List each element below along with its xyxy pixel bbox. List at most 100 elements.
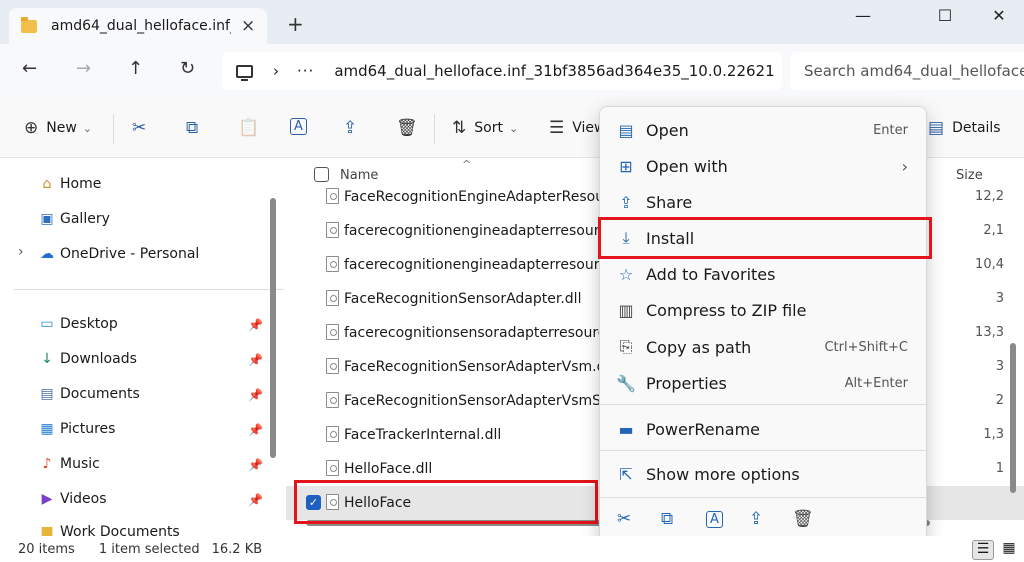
wrench-icon: 🔧 <box>616 373 636 393</box>
sidebar-item-label: Documents <box>60 386 140 402</box>
new-tab-button[interactable]: + <box>287 12 304 36</box>
menu-item-open-with[interactable]: ⊞ Open with › <box>604 149 924 183</box>
details-view-button[interactable]: ☰ <box>972 540 994 560</box>
menu-item-label: PowerRename <box>646 419 760 439</box>
details-pane-icon: ▤ <box>928 118 945 138</box>
sidebar-item-pictures[interactable]: ▦ Pictures <box>38 421 115 437</box>
file-icon <box>326 460 339 476</box>
cut-icon[interactable]: ✂ <box>132 118 146 138</box>
file-name: FaceRecognitionEngineAdapterResource <box>344 189 626 205</box>
menu-item-add-to-favorites[interactable]: ☆ Add to Favorites <box>604 257 924 291</box>
tab-title: amd64_dual_helloface.inf_31 <box>51 18 231 34</box>
file-icon <box>326 358 339 374</box>
documents-icon: ▤ <box>40 386 54 402</box>
tiles-view-button[interactable]: ▦ <box>998 540 1020 560</box>
sidebar-item-music[interactable]: ♪ Music <box>38 456 100 472</box>
menu-item-share[interactable]: ⇪ Share <box>604 185 924 219</box>
view-icon: ☰ <box>549 118 565 138</box>
file-size: 2,1 <box>983 223 1004 238</box>
menu-item-label: Copy as path <box>646 337 752 357</box>
sidebar-item-label: Desktop <box>60 316 118 332</box>
forward-button[interactable]: → <box>76 58 91 79</box>
sidebar-item-label: Pictures <box>60 421 116 437</box>
status-size: 16.2 KB <box>211 541 263 557</box>
breadcrumb-chevron-icon[interactable]: › <box>273 62 279 80</box>
menu-item-show-more-options[interactable]: ⇱ Show more options <box>604 457 924 491</box>
close-window-button[interactable]: ✕ <box>976 6 1022 30</box>
new-button[interactable]: ⊕ New ⌄ <box>24 118 92 138</box>
pin-icon: 📌 <box>248 423 263 437</box>
rename-icon[interactable]: A <box>706 511 723 528</box>
sort-icon: ⇅ <box>452 118 467 138</box>
back-button[interactable]: ← <box>22 58 37 79</box>
sidebar-item-label: OneDrive - Personal <box>60 246 200 262</box>
copy-icon[interactable]: ⧉ <box>186 118 198 138</box>
details-button[interactable]: ▤ Details <box>928 118 1001 138</box>
sidebar-scrollbar[interactable] <box>270 198 276 458</box>
details-button-label: Details <box>952 120 1001 136</box>
this-pc-icon <box>236 64 253 81</box>
file-size: 1,3 <box>983 427 1004 442</box>
tab-current-folder[interactable]: amd64_dual_helloface.inf_31 × <box>9 8 267 44</box>
file-icon <box>326 392 339 408</box>
file-name: FaceRecognitionSensorAdapterVsm.dll <box>344 359 614 375</box>
file-list-scrollbar[interactable] <box>1010 343 1016 493</box>
sidebar-item-documents[interactable]: ▤ Documents <box>38 386 140 402</box>
download-icon: ↓ <box>41 351 53 367</box>
sort-button[interactable]: ⇅ Sort ⌄ <box>452 118 518 138</box>
menu-item-powerrename[interactable]: ▬ PowerRename <box>604 412 924 446</box>
address-bar[interactable]: › ··· amd64_dual_helloface.inf_31bf3856a… <box>222 52 782 90</box>
view-button[interactable]: ☰ View <box>549 118 605 138</box>
file-name: FaceTrackerInternal.dll <box>344 427 502 443</box>
sidebar-item-onedrive[interactable]: ☁ OneDrive - Personal <box>38 246 199 262</box>
sidebar-item-label: Home <box>60 176 102 192</box>
videos-icon: ▶ <box>41 491 53 507</box>
cloud-icon: ☁ <box>40 246 54 262</box>
tab-close-button[interactable]: × <box>241 16 255 36</box>
menu-item-open[interactable]: ▤ Open Enter <box>604 113 924 147</box>
install-highlight <box>598 217 932 259</box>
share-icon[interactable]: ⇪ <box>343 118 357 138</box>
menu-item-label: Compress to ZIP file <box>646 300 807 320</box>
pin-icon: 📌 <box>248 493 263 507</box>
delete-icon[interactable]: 🗑 <box>792 509 814 529</box>
menu-item-copy-as-path[interactable]: ⎘ Copy as path Ctrl+Shift+C <box>604 330 924 364</box>
file-icon <box>326 324 339 340</box>
up-button[interactable]: ↑ <box>128 58 143 79</box>
maximize-button[interactable]: ☐ <box>922 6 968 30</box>
menu-item-properties[interactable]: 🔧 Properties Alt+Enter <box>604 366 924 400</box>
plus-circle-icon: ⊕ <box>24 118 39 138</box>
file-size: 13,3 <box>975 325 1004 340</box>
sidebar-item-desktop[interactable]: ▭ Desktop <box>38 316 118 332</box>
refresh-button[interactable]: ↻ <box>180 58 195 79</box>
search-input[interactable]: Search amd64_dual_helloface.inf_31bf <box>790 52 1024 90</box>
expand-chevron-icon[interactable]: › <box>18 244 24 260</box>
toolbar-divider <box>434 114 435 144</box>
navigation-bar: ← → ↑ ↻ › ··· amd64_dual_helloface.inf_3… <box>0 44 1024 100</box>
menu-shortcut: Ctrl+Shift+C <box>824 339 908 355</box>
share-icon[interactable]: ⇪ <box>749 509 763 529</box>
folder-icon <box>21 16 37 33</box>
show-more-icon: ⇱ <box>619 464 633 484</box>
menu-shortcut: Alt+Enter <box>844 375 908 391</box>
menu-item-label: Show more options <box>646 464 800 484</box>
status-selected: 1 item selected <box>98 541 200 557</box>
sidebar-item-downloads[interactable]: ↓ Downloads <box>38 351 137 367</box>
paste-icon[interactable]: 📋 <box>238 118 259 138</box>
cut-icon[interactable]: ✂ <box>617 509 631 529</box>
copy-icon[interactable]: ⧉ <box>661 509 673 529</box>
delete-icon[interactable]: 🗑 <box>396 118 418 138</box>
breadcrumb-path[interactable]: amd64_dual_helloface.inf_31bf3856ad364e3… <box>334 62 774 80</box>
sidebar-item-gallery[interactable]: ▣ Gallery <box>38 211 110 227</box>
open-icon: ▤ <box>618 120 634 140</box>
sidebar-item-videos[interactable]: ▶ Videos <box>38 491 107 507</box>
menu-item-compress-zip[interactable]: ▥ Compress to ZIP file <box>604 293 924 327</box>
minimize-button[interactable]: — <box>840 6 886 30</box>
sidebar-item-home[interactable]: ⌂ Home <box>38 176 102 192</box>
breadcrumb-overflow-button[interactable]: ··· <box>297 62 314 80</box>
file-name: FaceRecognitionSensorAdapter.dll <box>344 291 582 307</box>
menu-item-label: Share <box>646 192 693 212</box>
rename-icon[interactable]: A <box>290 118 307 135</box>
chevron-down-icon: ⌄ <box>508 121 519 135</box>
sidebar-item-label: Gallery <box>60 211 110 227</box>
